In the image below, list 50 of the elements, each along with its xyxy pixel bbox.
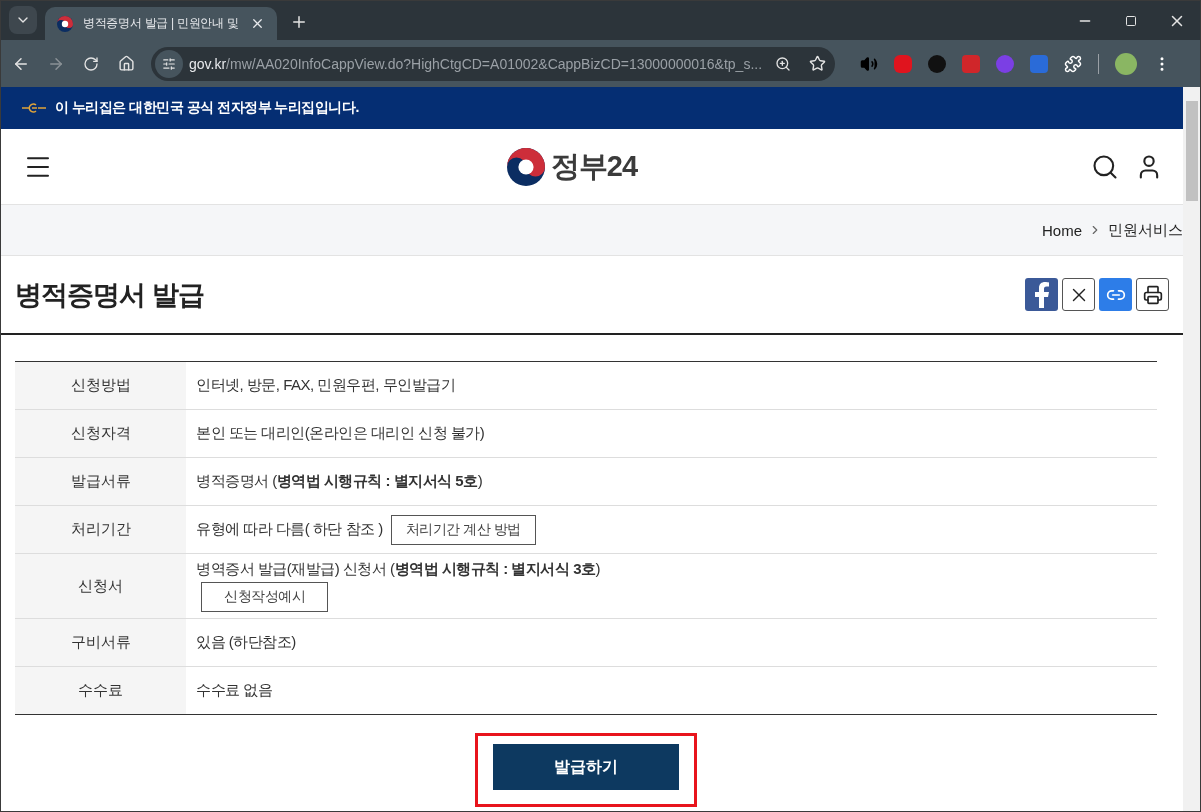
- logo-text[interactable]: 정부24: [550, 146, 638, 187]
- breadcrumb-link[interactable]: Home: [1042, 221, 1082, 239]
- circle-extension-icon[interactable]: [928, 54, 946, 73]
- info-button[interactable]: 처리기간 계산 방법: [390, 514, 536, 545]
- row-label: 수수료: [15, 667, 186, 714]
- value-text: 병역증서 발급(재발급) 신청서 (병역법 시행규칙 : 별지서식 3호): [196, 560, 600, 579]
- row-label: 발급서류: [15, 458, 186, 505]
- bookmark-star-icon[interactable]: [808, 55, 826, 72]
- value-text: 유형에 따라 다름( 하단 참조 ): [196, 520, 383, 539]
- row-label: 신청서: [15, 554, 186, 618]
- row-label: 신청자격: [15, 410, 186, 457]
- row-label: 구비서류: [15, 619, 186, 666]
- breadcrumb-link[interactable]: 민원서비스: [1108, 220, 1183, 240]
- print-button[interactable]: [1136, 278, 1169, 311]
- value-text: 있음 (하단참조): [196, 633, 296, 652]
- printer-icon: [1142, 284, 1163, 305]
- value-text: 수수료 없음: [196, 681, 273, 700]
- issue-button[interactable]: 발급하기: [493, 744, 679, 790]
- sliders-icon: [162, 56, 176, 71]
- emblem-icon: [21, 103, 47, 113]
- new-tab-icon[interactable]: [290, 13, 308, 31]
- reload-icon[interactable]: [83, 55, 99, 72]
- info-button[interactable]: 신청작성예시: [201, 582, 328, 612]
- value-text: 병적증명서 (병역법 시행규칙 : 별지서식 5호): [196, 472, 483, 491]
- tab-list-button[interactable]: [9, 6, 37, 34]
- scrollbar[interactable]: [1183, 87, 1200, 811]
- url-text: gov.kr/mw/AA020InfoCappView.do?HighCtgCD=A01002&CappBizCD=13000000016&tp_s...: [189, 55, 763, 72]
- favicon-icon: [57, 15, 73, 32]
- speaker-icon[interactable]: [860, 54, 878, 73]
- zoom-icon[interactable]: [775, 55, 791, 72]
- row-label: 처리기간: [15, 506, 186, 553]
- link-copy-button[interactable]: [1099, 278, 1132, 311]
- page-title: 병적증명서 발급: [15, 278, 205, 312]
- row-label: 신청방법: [15, 362, 186, 409]
- search-icon[interactable]: [1091, 152, 1119, 181]
- facebook-icon: [1033, 281, 1050, 308]
- banner-text: 이 누리집은 대한민국 공식 전자정부 누리집입니다.: [55, 99, 359, 117]
- maximize-icon[interactable]: [1125, 14, 1137, 27]
- site-info-button[interactable]: [155, 49, 183, 78]
- x-share-button[interactable]: [1062, 278, 1095, 311]
- address-bar[interactable]: gov.kr/mw/AA020InfoCappView.do?HighCtgCD=A01002&CappBizCD=13000000016&tp_s...: [151, 46, 835, 81]
- profile-avatar[interactable]: [1115, 52, 1137, 75]
- facebook-share-button[interactable]: [1025, 278, 1058, 311]
- extensions-icon[interactable]: [1064, 54, 1082, 73]
- close-icon[interactable]: [250, 16, 265, 31]
- logo-icon: [506, 147, 545, 186]
- home-icon[interactable]: [117, 55, 135, 72]
- value-text: 본인 또는 대리인(온라인은 대리인 신청 불가): [196, 424, 485, 443]
- browser-tab[interactable]: 병적증명서 발급 | 민원안내 및: [45, 7, 277, 40]
- value-text: 인터넷, 방문, FAX, 민원우편, 무인발급기: [196, 376, 456, 395]
